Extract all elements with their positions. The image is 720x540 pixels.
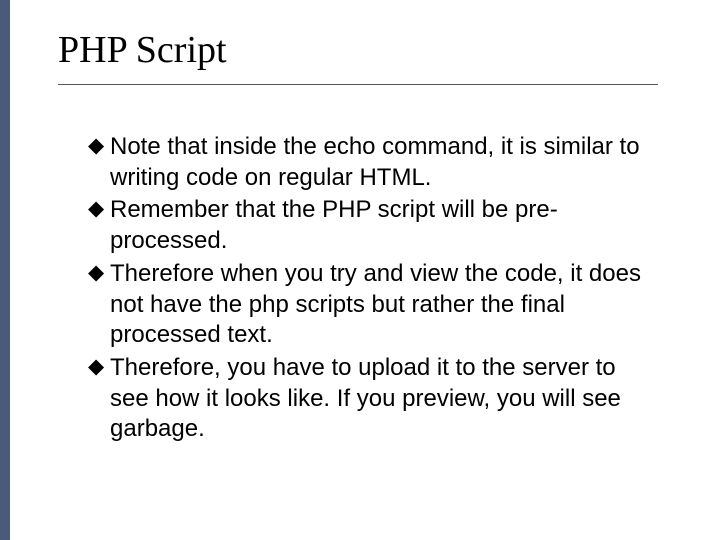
bullet-text: Therefore when you try and view the code… [110,260,641,348]
bullet-text: Note that inside the echo command, it is… [110,133,640,191]
bullet-text: Therefore, you have to upload it to the … [110,354,621,442]
diamond-icon: ◆ [88,356,104,377]
list-item: ◆ Remember that the PHP script will be p… [88,195,648,256]
diamond-icon: ◆ [88,198,104,219]
slide: PHP Script ◆ Note that inside the echo c… [0,0,720,540]
left-stripe [0,0,10,540]
title-block: PHP Script [58,28,658,85]
list-item: ◆ Therefore when you try and view the co… [88,259,648,351]
bullet-text: Remember that the PHP script will be pre… [110,196,558,254]
list-item: ◆ Note that inside the echo command, it … [88,132,648,193]
diamond-icon: ◆ [88,135,104,156]
list-item: ◆ Therefore, you have to upload it to th… [88,353,648,445]
body-text: ◆ Note that inside the echo command, it … [88,132,648,447]
diamond-icon: ◆ [88,262,104,283]
slide-title: PHP Script [58,28,658,72]
